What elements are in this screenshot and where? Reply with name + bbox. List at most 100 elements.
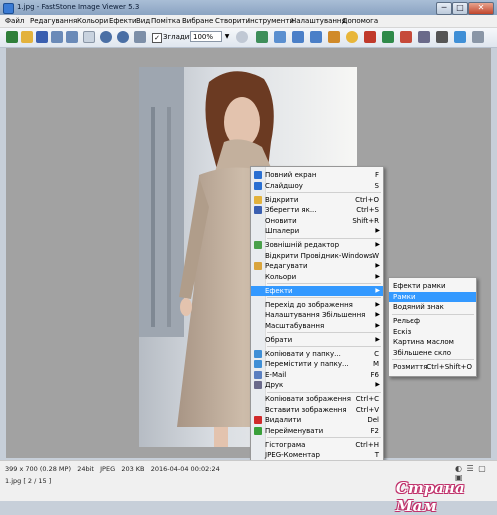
submenu-item-8[interactable]: Розмиття Ctrl+Shift+O bbox=[389, 362, 476, 372]
context-menu-item-1[interactable]: Повний екран F bbox=[251, 170, 383, 180]
menu-view[interactable]: Вид bbox=[136, 17, 150, 25]
submenu-item-3[interactable]: Водяний знак bbox=[389, 302, 476, 312]
menu-item-shortcut: T bbox=[374, 451, 379, 459]
menu-file[interactable]: Файл bbox=[5, 17, 24, 25]
next-image-icon[interactable] bbox=[66, 31, 78, 43]
red-eye-icon[interactable] bbox=[364, 31, 376, 43]
external-editor-icon bbox=[254, 241, 262, 249]
jpeg-icon[interactable] bbox=[83, 31, 95, 43]
smooth-checkbox[interactable]: ✓ bbox=[152, 33, 162, 43]
resize-icon[interactable] bbox=[274, 31, 286, 43]
submenu-arrow-icon: ▶ bbox=[375, 241, 380, 248]
move-to-folder-icon bbox=[254, 360, 262, 368]
close-button[interactable]: ✕ bbox=[468, 2, 494, 15]
context-menu-item-7[interactable]: Зовнішній редактор ▶ bbox=[251, 240, 383, 250]
context-menu-item-23[interactable]: Перейменувати F2 bbox=[251, 426, 383, 436]
rotate-left-icon[interactable] bbox=[292, 31, 304, 43]
menu-item-label: Перейменувати bbox=[265, 426, 324, 435]
slideshow-icon[interactable] bbox=[454, 31, 466, 43]
color-adjust-icon[interactable] bbox=[346, 31, 358, 43]
crop-icon[interactable] bbox=[256, 31, 268, 43]
context-menu-item-8[interactable]: Відкрити Провідник-Windows W bbox=[251, 251, 383, 261]
context-menu-item-21[interactable]: Вставити зображення Ctrl+V bbox=[251, 405, 383, 415]
submenu-item-label: Водяний знак bbox=[393, 303, 444, 311]
menu-tools[interactable]: Інструменти bbox=[248, 17, 294, 25]
prev-image-icon[interactable] bbox=[51, 31, 63, 43]
context-menu-item-18[interactable]: E-Mail F6 bbox=[251, 370, 383, 380]
context-menu-item-13[interactable]: Налаштування Збільшення ▶ bbox=[251, 310, 383, 320]
menu-settings[interactable]: Налаштування bbox=[291, 17, 346, 25]
open-folder-icon[interactable] bbox=[21, 31, 33, 43]
submenu-arrow-icon: ▶ bbox=[375, 335, 380, 343]
browser-icon[interactable] bbox=[6, 31, 18, 43]
print-icon[interactable] bbox=[436, 31, 448, 43]
menu-effects[interactable]: Ефекти bbox=[109, 17, 137, 25]
context-menu-item-4[interactable]: Зберегти як... Ctrl+S bbox=[251, 205, 383, 215]
rename-icon bbox=[254, 426, 262, 435]
save-icon[interactable] bbox=[36, 31, 48, 43]
context-menu-item-22[interactable]: Видалити Del bbox=[251, 415, 383, 425]
context-menu-item-9[interactable]: Редагувати ▶ bbox=[251, 261, 383, 271]
open-folder-icon bbox=[254, 195, 262, 204]
draw-icon[interactable] bbox=[382, 31, 394, 43]
submenu-item-label: Картина маслом bbox=[393, 338, 454, 346]
menu-favorites[interactable]: Вибране bbox=[182, 17, 213, 25]
submenu-item-5[interactable]: Ескіз bbox=[389, 327, 476, 337]
menu-separator bbox=[392, 359, 474, 360]
context-menu-item-10[interactable]: Кольори ▶ bbox=[251, 272, 383, 282]
submenu-arrow-icon: ▶ bbox=[375, 286, 380, 294]
minimize-button[interactable]: ─ bbox=[436, 2, 452, 15]
menu-item-label: Повний екран bbox=[265, 171, 317, 179]
context-menu-item-2[interactable]: Слайдшоу S bbox=[251, 181, 383, 191]
menu-item-label: JPEG-Коментар bbox=[265, 451, 320, 459]
menu-item-label: Обрати bbox=[265, 335, 293, 344]
context-menu-item-14[interactable]: Масштабування ▶ bbox=[251, 321, 383, 331]
fit-window-icon[interactable] bbox=[134, 31, 146, 43]
context-menu-item-25[interactable]: JPEG-Коментар T bbox=[251, 450, 383, 460]
submenu-item-label: Ескіз bbox=[393, 327, 412, 336]
submenu-item-1[interactable]: Ефекти рамки bbox=[389, 281, 476, 291]
zoom-out-icon[interactable] bbox=[117, 31, 129, 43]
menu-item-label: Шпалери bbox=[265, 227, 300, 235]
menu-item-label: Друк bbox=[265, 381, 284, 389]
submenu-item-7[interactable]: Збільшене скло bbox=[389, 348, 476, 358]
email-icon[interactable] bbox=[418, 31, 430, 43]
menu-edit[interactable]: Редагування bbox=[30, 17, 77, 25]
hand-tool-icon[interactable] bbox=[236, 31, 248, 43]
menu-item-label: Зберегти як... bbox=[265, 206, 317, 214]
submenu-item-4[interactable]: Рельєф bbox=[389, 316, 476, 326]
menu-tag[interactable]: Помітка bbox=[151, 17, 180, 25]
page-indicator: 1.jpg [ 2 / 15 ] bbox=[5, 477, 52, 485]
context-menu-item-5[interactable]: Оновити Shift+R bbox=[251, 216, 383, 226]
menu-separator bbox=[267, 283, 381, 284]
slideshow-icon bbox=[254, 181, 262, 190]
context-menu-item-17[interactable]: Перемістити у папку... M bbox=[251, 359, 383, 369]
menu-item-shortcut: F6 bbox=[370, 370, 379, 379]
context-menu-item-16[interactable]: Копіювати у папку... C bbox=[251, 349, 383, 359]
zoom-select[interactable]: 100% bbox=[190, 31, 222, 42]
chevron-down-icon[interactable]: ▼ bbox=[223, 31, 231, 42]
context-menu-item-11[interactable]: Ефекти ▶ bbox=[251, 285, 383, 296]
submenu-item-2[interactable]: Рамки bbox=[389, 291, 476, 302]
settings-icon[interactable] bbox=[472, 31, 484, 43]
menu-help[interactable]: Допомога bbox=[342, 17, 378, 25]
context-menu-item-12[interactable]: Перехід до зображення ▶ bbox=[251, 300, 383, 310]
zoom-in-icon[interactable] bbox=[100, 31, 112, 43]
context-menu-item-15[interactable]: Обрати ▶ bbox=[251, 335, 383, 345]
context-menu-item-19[interactable]: Друк ▶ bbox=[251, 380, 383, 390]
window-title: 1.jpg - FastStone Image Viewer 5.3 bbox=[17, 3, 140, 11]
context-menu-item-3[interactable]: Відкрити Ctrl+O bbox=[251, 195, 383, 205]
context-menu-item-6[interactable]: Шпалери ▶ bbox=[251, 226, 383, 236]
menu-item-shortcut: Shift+R bbox=[352, 216, 379, 225]
context-menu-item-24[interactable]: Гістограма Ctrl+H bbox=[251, 440, 383, 450]
flip-icon[interactable] bbox=[328, 31, 340, 43]
context-menu: Повний екран F Слайдшоу S Відкрити Ctrl+O Збер… bbox=[250, 166, 388, 484]
submenu-item-6[interactable]: Картина маслом bbox=[389, 337, 476, 347]
maximize-button[interactable]: □ bbox=[452, 2, 468, 15]
menu-colors[interactable]: Кольори bbox=[77, 17, 108, 25]
delete-icon[interactable] bbox=[400, 31, 412, 43]
submenu-arrow-icon: ▶ bbox=[375, 272, 380, 280]
rotate-right-icon[interactable] bbox=[310, 31, 322, 43]
menu-create[interactable]: Створити bbox=[215, 17, 250, 25]
context-menu-item-20[interactable]: Копіювати зображення Ctrl+C bbox=[251, 394, 383, 404]
